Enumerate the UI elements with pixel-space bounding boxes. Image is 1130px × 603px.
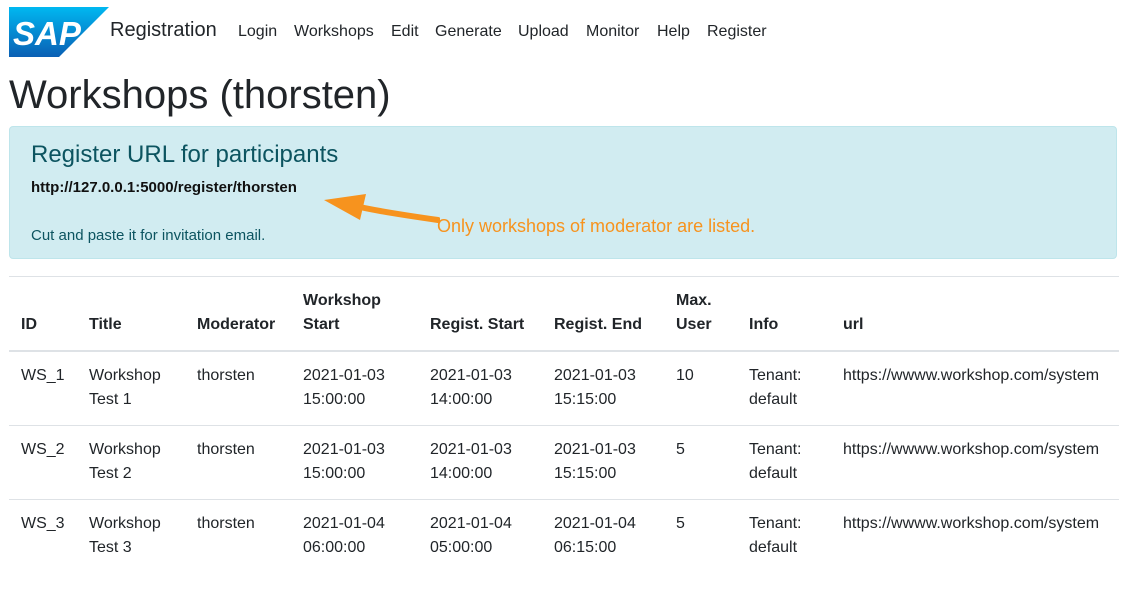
cell-moderator: thorsten — [185, 425, 291, 500]
header-regist-end: Regist. End — [542, 277, 664, 352]
cell-info: Tenant: default — [749, 367, 802, 408]
header-title: Title — [77, 277, 185, 352]
cell-regist-start: 2021-01-03 14:00:00 — [430, 367, 512, 408]
header-workshop-start: Workshop Start — [291, 277, 418, 352]
table-row: WS_1 Workshop Test 1 thorsten 2021-01-03… — [9, 351, 1119, 426]
header-regist-start: Regist. Start — [418, 277, 542, 352]
cell-url: https://wwww.workshop.com/system — [843, 367, 1100, 384]
cell-regist-start: 2021-01-04 05:00:00 — [418, 499, 542, 573]
cell-id: WS_2 — [9, 425, 77, 500]
nav-edit[interactable]: Edit — [391, 23, 419, 41]
cell-moderator: thorsten — [185, 499, 291, 573]
navbar: SAP ® Registration Login Workshops Edit … — [0, 0, 1130, 62]
cell-title: Workshop Test 1 — [89, 367, 161, 408]
cell-title: Workshop Test 2 — [77, 425, 185, 500]
table-row: WS_3 Workshop Test 3 thorsten 2021-01-04… — [9, 499, 1119, 573]
cell-url: https://wwww.workshop.com/system — [831, 499, 1119, 573]
header-moderator: Moderator — [185, 277, 291, 352]
cell-id: WS_3 — [9, 499, 77, 573]
cell-title: Workshop Test 3 — [77, 499, 185, 573]
annotation-arrow-icon — [324, 194, 440, 223]
cell-url: https://wwww.workshop.com/system — [831, 425, 1119, 500]
table-row: WS_2 Workshop Test 2 thorsten 2021-01-03… — [9, 425, 1119, 500]
register-url-alert: Register URL for participants http://127… — [9, 126, 1117, 259]
nav-help[interactable]: Help — [657, 23, 690, 41]
header-info: Info — [737, 277, 831, 352]
sap-logo-text: SAP — [13, 15, 82, 52]
sap-logo[interactable]: SAP ® — [9, 7, 109, 57]
cell-max-user: 5 — [664, 425, 737, 500]
table-header-row: ID Title Moderator Workshop Start Regist… — [9, 277, 1119, 352]
workshops-table: ID Title Moderator Workshop Start Regist… — [9, 277, 1119, 573]
nav-upload[interactable]: Upload — [518, 23, 569, 41]
cell-regist-start: 2021-01-03 14:00:00 — [418, 425, 542, 500]
cell-id: WS_1 — [21, 367, 65, 384]
nav-register[interactable]: Register — [707, 23, 767, 41]
nav-workshops[interactable]: Workshops — [294, 23, 374, 41]
cell-max-user: 10 — [676, 367, 694, 384]
header-url: url — [831, 277, 1119, 352]
alert-note: Cut and paste it for invitation email. — [31, 227, 266, 244]
header-max-user: Max. User — [664, 277, 737, 352]
annotation-text: Only workshops of moderator are listed. — [437, 216, 756, 236]
nav-login[interactable]: Login — [238, 23, 277, 41]
cell-workshop-start: 2021-01-03 15:00:00 — [291, 425, 418, 500]
page-title: Workshops (thorsten) — [9, 73, 391, 117]
cell-moderator: thorsten — [197, 367, 255, 384]
cell-regist-end: 2021-01-03 15:15:00 — [542, 425, 664, 500]
header-id: ID — [9, 277, 77, 352]
cell-max-user: 5 — [664, 499, 737, 573]
brand-title[interactable]: Registration — [110, 19, 217, 42]
alert-heading: Register URL for participants — [31, 141, 339, 168]
svg-text:®: ® — [71, 49, 77, 57]
nav-generate[interactable]: Generate — [435, 23, 502, 41]
cell-workshop-start: 2021-01-03 15:00:00 — [303, 367, 385, 408]
cell-workshop-start: 2021-01-04 06:00:00 — [291, 499, 418, 573]
cell-info: Tenant: default — [737, 499, 831, 573]
register-url[interactable]: http://127.0.0.1:5000/register/thorsten — [31, 179, 297, 196]
cell-regist-end: 2021-01-03 15:15:00 — [554, 367, 636, 408]
cell-regist-end: 2021-01-04 06:15:00 — [542, 499, 664, 573]
cell-info: Tenant: default — [737, 425, 831, 500]
nav-monitor[interactable]: Monitor — [586, 23, 639, 41]
